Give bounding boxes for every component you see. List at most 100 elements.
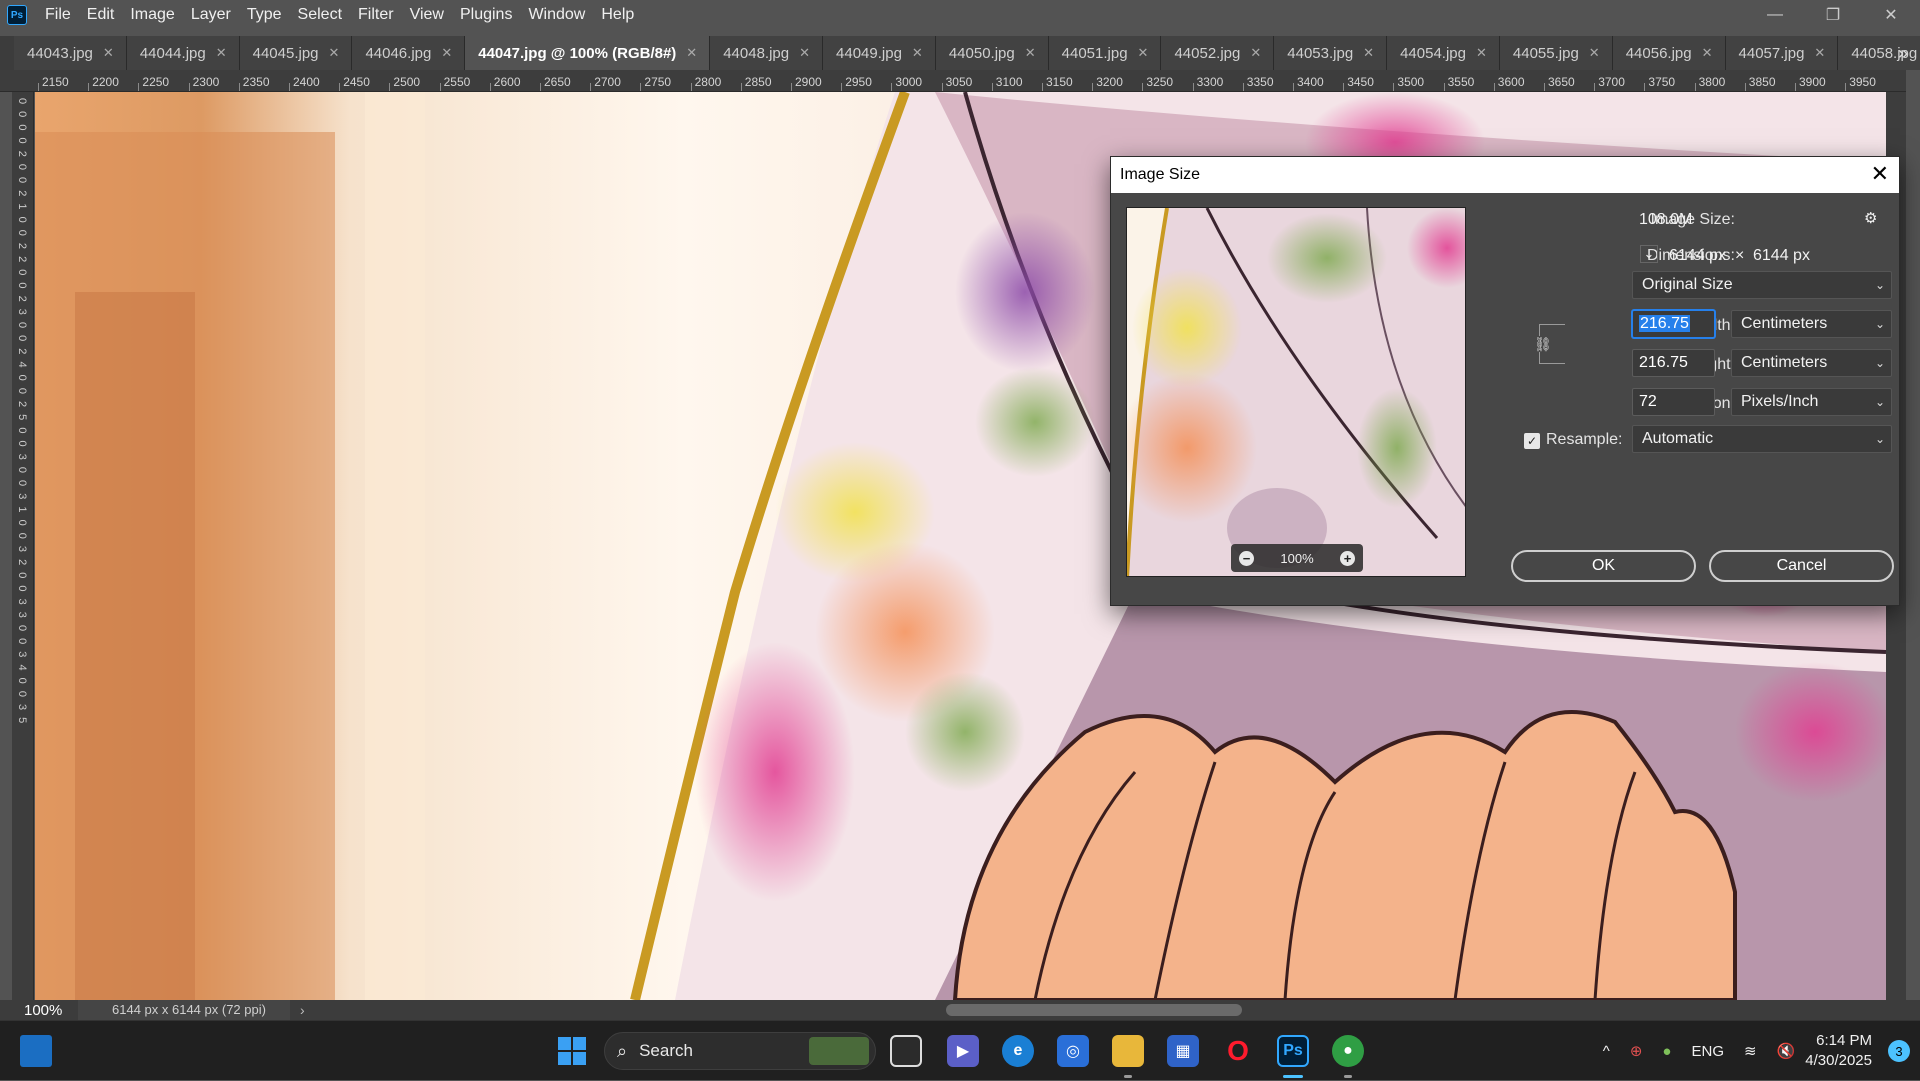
- resolution-unit-dropdown[interactable]: Pixels/Inch ⌄: [1731, 388, 1892, 416]
- zoom-in-icon[interactable]: +: [1340, 550, 1355, 566]
- link-icon[interactable]: ⛓: [1534, 336, 1552, 352]
- height-input[interactable]: 216.75: [1632, 349, 1715, 377]
- menu-plugins[interactable]: Plugins: [452, 0, 520, 30]
- height-unit-dropdown[interactable]: Centimeters ⌄: [1731, 349, 1892, 377]
- search-label: Search: [639, 1041, 693, 1060]
- document-tab[interactable]: 44057.jpg ✕: [1725, 36, 1839, 70]
- document-tab[interactable]: 44050.jpg ✕: [935, 36, 1049, 70]
- document-tab[interactable]: 44046.jpg ✕: [352, 36, 466, 70]
- volume-muted-icon[interactable]: 🔇: [1777, 1042, 1796, 1060]
- menu-help[interactable]: Help: [593, 0, 642, 30]
- close-icon[interactable]: ✕: [686, 45, 697, 61]
- document-tab[interactable]: 44049.jpg ✕: [823, 36, 936, 70]
- horizontal-scrollbar[interactable]: [320, 1004, 1880, 1016]
- ruler-tick: [1694, 83, 1696, 91]
- tab-overflow-icon[interactable]: »: [1898, 36, 1908, 70]
- menu-window[interactable]: Window: [520, 0, 593, 30]
- fit-to-dropdown[interactable]: Original Size ⌄: [1632, 271, 1892, 299]
- ok-button[interactable]: OK: [1511, 550, 1696, 582]
- minimize-button[interactable]: —: [1746, 0, 1804, 30]
- document-tab[interactable]: 44051.jpg ✕: [1048, 36, 1162, 70]
- ruler-tick-label: 3450: [1347, 75, 1374, 89]
- notification-badge[interactable]: 3: [1888, 1040, 1910, 1062]
- clock[interactable]: 6:14 PM 4/30/2025: [1805, 1031, 1872, 1071]
- menu-image[interactable]: Image: [122, 0, 182, 30]
- wifi-icon[interactable]: ≋: [1744, 1042, 1757, 1060]
- width-unit-dropdown[interactable]: Centimeters ⌄: [1731, 310, 1892, 338]
- close-icon[interactable]: ✕: [799, 45, 810, 61]
- document-tab[interactable]: 44056.jpg ✕: [1612, 36, 1726, 70]
- tab-label: 44046.jpg: [365, 44, 432, 62]
- zoom-level[interactable]: 100%: [0, 1002, 78, 1019]
- edge-icon[interactable]: e: [1002, 1035, 1034, 1067]
- dialog-titlebar[interactable]: Image Size ✕: [1111, 157, 1899, 193]
- document-tab[interactable]: 44052.jpg ✕: [1161, 36, 1275, 70]
- start-icon[interactable]: [556, 1035, 588, 1067]
- ruler-vertical[interactable]: 0 0 0 0 2 0 0 2 1 0 0 2 2 0 0 2 3 0 0 2 …: [12, 92, 34, 1000]
- document-tab-active[interactable]: 44047.jpg @ 100% (RGB/8#) ✕: [465, 36, 711, 70]
- store-icon[interactable]: ▦: [1167, 1035, 1199, 1067]
- menu-filter[interactable]: Filter: [350, 0, 402, 30]
- close-icon[interactable]: ✕: [329, 45, 340, 61]
- opera-icon[interactable]: O: [1222, 1035, 1254, 1067]
- language-indicator[interactable]: ENG: [1691, 1043, 1724, 1060]
- document-tab[interactable]: 44045.jpg ✕: [239, 36, 353, 70]
- widgets-icon[interactable]: [20, 1035, 52, 1067]
- ruler-tick: [1343, 83, 1345, 91]
- close-icon[interactable]: ✕: [216, 45, 227, 61]
- close-icon[interactable]: ✕: [1138, 45, 1149, 61]
- ruler-horizontal[interactable]: 2150 2200 2250 2300 2350 2400 2450 2500 2550 2600…: [0, 70, 1920, 92]
- ruler-tick-label: 2200: [92, 75, 119, 89]
- image-preview[interactable]: − 100% +: [1126, 207, 1466, 577]
- chrome-icon[interactable]: ●: [1332, 1035, 1364, 1067]
- cancel-button[interactable]: Cancel: [1709, 550, 1894, 582]
- gear-icon[interactable]: ⚙: [1864, 209, 1877, 227]
- close-icon[interactable]: ✕: [1871, 161, 1889, 187]
- ruler-tick: [1594, 83, 1596, 91]
- close-icon[interactable]: ✕: [1250, 45, 1261, 61]
- menu-view[interactable]: View: [402, 0, 452, 30]
- chevron-up-icon[interactable]: ^: [1603, 1043, 1610, 1060]
- close-icon[interactable]: ✕: [1476, 45, 1487, 61]
- resample-checkbox[interactable]: ✓: [1524, 433, 1540, 449]
- resample-dropdown[interactable]: Automatic ⌄: [1632, 425, 1892, 453]
- taskbar-search[interactable]: ⌕ Search: [604, 1032, 876, 1070]
- close-icon[interactable]: ✕: [441, 45, 452, 61]
- task-view-icon[interactable]: [890, 1035, 922, 1067]
- ruler-tick-label: 3800: [1698, 75, 1726, 89]
- menu-layer[interactable]: Layer: [183, 0, 239, 30]
- close-window-button[interactable]: ✕: [1862, 0, 1920, 30]
- menu-file[interactable]: File: [37, 0, 79, 30]
- document-tab[interactable]: 44044.jpg ✕: [126, 36, 240, 70]
- menu-edit[interactable]: Edit: [79, 0, 123, 30]
- menu-type[interactable]: Type: [239, 0, 290, 30]
- close-icon[interactable]: ✕: [1363, 45, 1374, 61]
- close-icon[interactable]: ✕: [1702, 45, 1713, 61]
- chevron-right-icon[interactable]: ›: [300, 1002, 305, 1018]
- resolution-input[interactable]: 72: [1632, 388, 1715, 416]
- close-icon[interactable]: ✕: [1814, 45, 1825, 61]
- close-icon[interactable]: ✕: [103, 45, 114, 61]
- width-input[interactable]: 216.75: [1632, 310, 1715, 338]
- ruler-tick-label: 3150: [1046, 75, 1073, 89]
- zoom-out-icon[interactable]: −: [1239, 550, 1254, 566]
- close-icon[interactable]: ✕: [912, 45, 923, 61]
- photoshop-icon[interactable]: Ps: [1277, 1035, 1309, 1067]
- camera-icon[interactable]: ◎: [1057, 1035, 1089, 1067]
- menu-select[interactable]: Select: [290, 0, 350, 30]
- document-tab[interactable]: 44055.jpg ✕: [1499, 36, 1613, 70]
- chevron-down-icon[interactable]: ⌄: [1640, 245, 1658, 263]
- file-explorer-icon[interactable]: [1112, 1035, 1144, 1067]
- close-icon[interactable]: ✕: [1025, 45, 1036, 61]
- document-tab[interactable]: 44053.jpg ✕: [1274, 36, 1388, 70]
- document-info[interactable]: 6144 px x 6144 px (72 ppi): [78, 1000, 290, 1020]
- document-tab[interactable]: 44043.jpg ✕: [14, 36, 127, 70]
- scrollbar-thumb[interactable]: [946, 1004, 1242, 1016]
- restore-button[interactable]: ❐: [1804, 0, 1862, 30]
- vpn-icon[interactable]: ⊕: [1630, 1042, 1643, 1060]
- document-tab[interactable]: 44048.jpg ✕: [710, 36, 824, 70]
- globe-icon[interactable]: ●: [1662, 1043, 1671, 1060]
- teams-icon[interactable]: ▶: [947, 1035, 979, 1067]
- document-tab[interactable]: 44054.jpg ✕: [1387, 36, 1500, 70]
- close-icon[interactable]: ✕: [1589, 45, 1600, 61]
